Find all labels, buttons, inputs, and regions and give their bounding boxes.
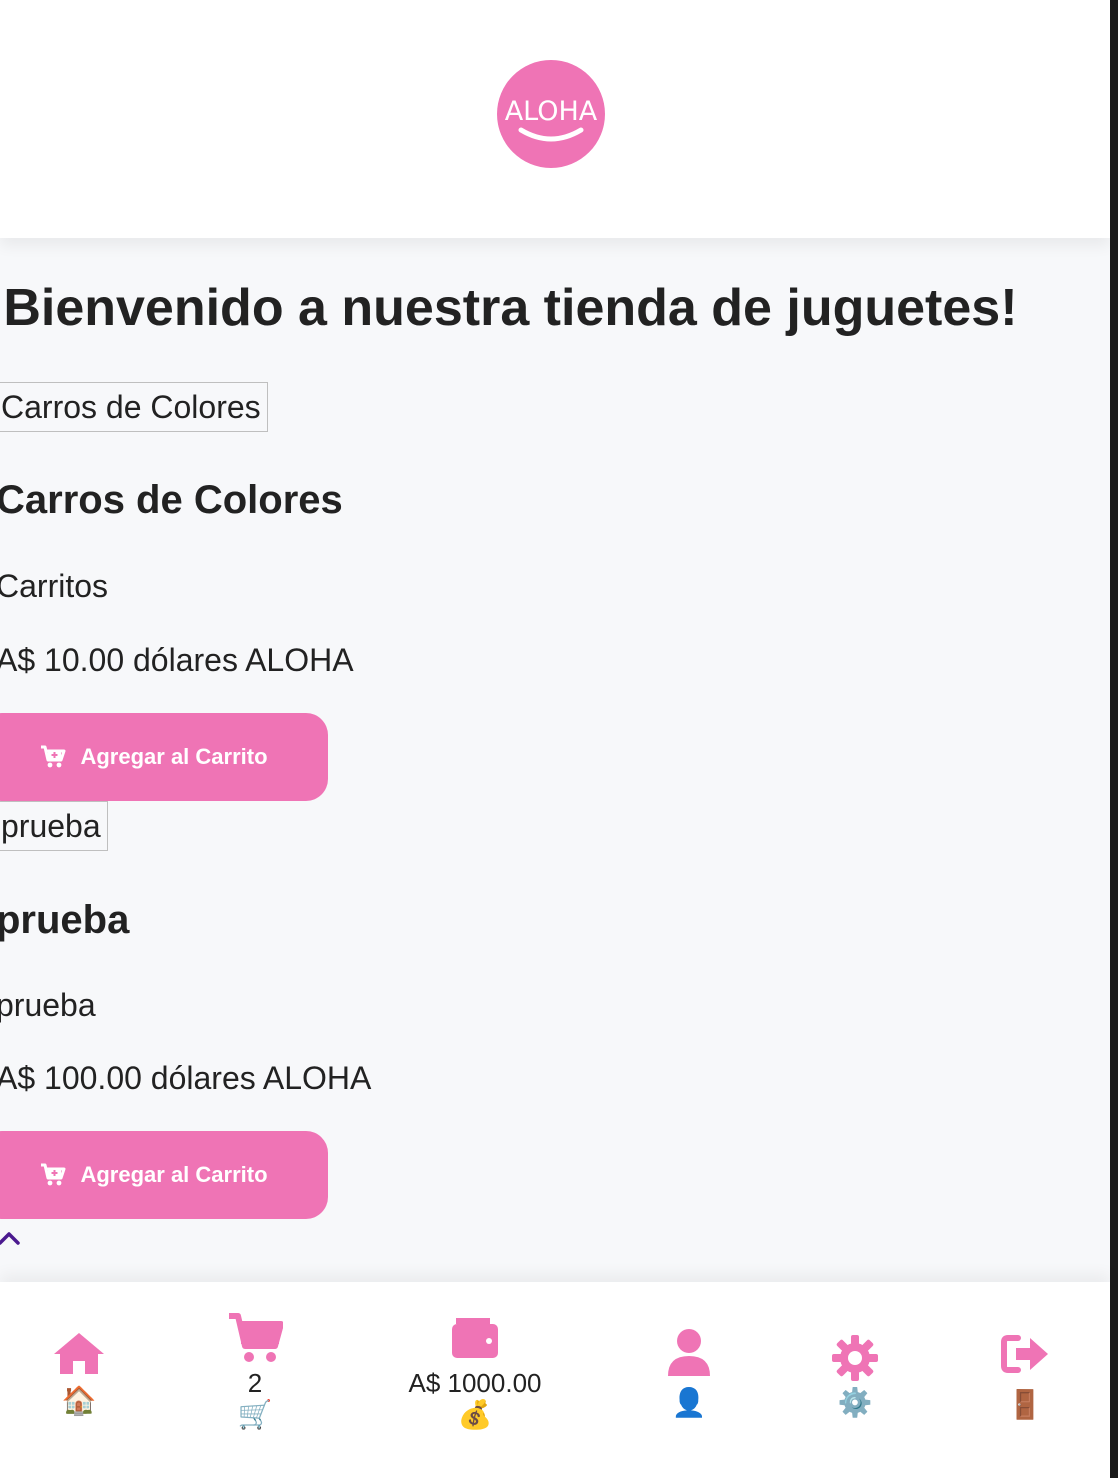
wallet-icon bbox=[452, 1318, 498, 1358]
add-to-cart-button[interactable]: Agregar al Carrito bbox=[0, 713, 328, 801]
logo-text: ALOHA bbox=[504, 96, 598, 127]
nav-wallet[interactable]: A$ 1000.00 💰 bbox=[394, 1316, 556, 1432]
product-description: prueba bbox=[0, 987, 96, 1023]
product-image: prueba bbox=[0, 801, 108, 851]
user-icon bbox=[668, 1329, 710, 1376]
cart-plus-icon bbox=[41, 745, 66, 768]
nav-settings[interactable]: ⚙️ bbox=[824, 1334, 886, 1420]
door-emoji: 🚪 bbox=[1007, 1388, 1043, 1421]
nav-cart[interactable]: 2 🛒 bbox=[224, 1312, 286, 1432]
product-title: prueba bbox=[0, 898, 130, 942]
product-image: Carros de Colores bbox=[0, 382, 268, 432]
bottom-nav: 🏠 2 🛒 A$ 1000.00 💰 👤 ⚙️ 🚪 bbox=[0, 1282, 1110, 1478]
gear-icon bbox=[832, 1335, 878, 1381]
user-emoji: 👤 bbox=[671, 1386, 707, 1419]
cart-emoji: 🛒 bbox=[237, 1398, 273, 1431]
nav-logout[interactable]: 🚪 bbox=[994, 1334, 1056, 1422]
chevron-up-icon[interactable] bbox=[0, 1230, 22, 1246]
gear-emoji: ⚙️ bbox=[837, 1386, 873, 1419]
product-price: A$ 100.00 dólares ALOHA bbox=[0, 1060, 372, 1096]
cart-icon bbox=[229, 1313, 283, 1362]
product-price: A$ 10.00 dólares ALOHA bbox=[0, 642, 354, 678]
window-edge bbox=[1110, 0, 1118, 1478]
nav-home[interactable]: 🏠 bbox=[48, 1330, 110, 1418]
page: ALOHA ¡Bienvenido a nuestra tienda de ju… bbox=[0, 0, 1118, 1478]
money-bag-emoji: 💰 bbox=[457, 1398, 493, 1431]
add-to-cart-label: Agregar al Carrito bbox=[80, 1162, 268, 1187]
page-title: ¡Bienvenido a nuestra tienda de juguetes… bbox=[0, 279, 1018, 337]
wallet-balance: A$ 1000.00 bbox=[408, 1368, 542, 1398]
aloha-logo[interactable]: ALOHA bbox=[497, 60, 605, 168]
add-to-cart-button[interactable]: Agregar al Carrito bbox=[0, 1131, 328, 1219]
product-description: Carritos bbox=[0, 568, 109, 604]
product-title: Carros de Colores bbox=[0, 478, 343, 522]
header: ALOHA bbox=[0, 0, 1110, 238]
home-icon bbox=[54, 1333, 104, 1374]
add-to-cart-label: Agregar al Carrito bbox=[80, 744, 268, 769]
cart-plus-icon bbox=[41, 1163, 66, 1186]
smile-icon bbox=[518, 127, 584, 142]
house-emoji: 🏠 bbox=[61, 1384, 97, 1417]
cart-count: 2 bbox=[247, 1368, 263, 1398]
nav-profile[interactable]: 👤 bbox=[658, 1328, 720, 1420]
sign-out-icon bbox=[1001, 1335, 1048, 1373]
